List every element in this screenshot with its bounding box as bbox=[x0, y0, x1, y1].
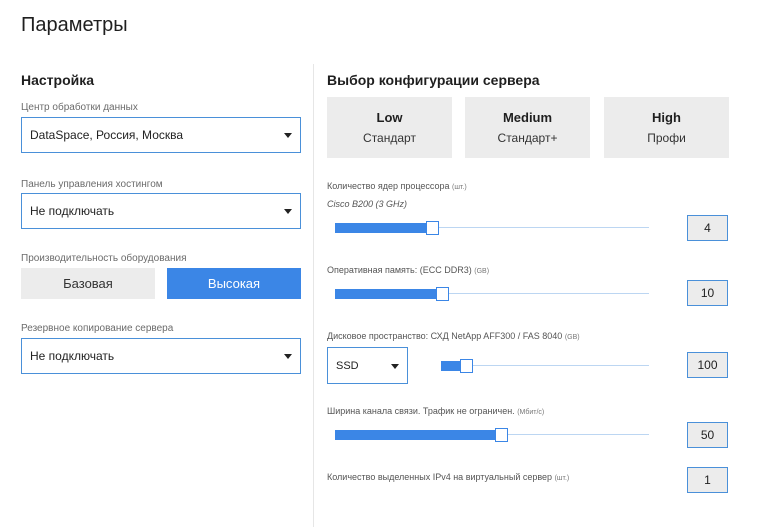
ipv4-label: Количество выделенных IPv4 на виртуальны… bbox=[327, 472, 570, 482]
datacenter-value: DataSpace, Россия, Москва bbox=[30, 128, 184, 142]
ram-slider[interactable] bbox=[335, 287, 649, 301]
config-card-medium[interactable]: Medium Стандарт+ bbox=[465, 97, 590, 158]
bandwidth-value[interactable]: 50 bbox=[687, 422, 728, 448]
performance-basic-button[interactable]: Базовая bbox=[21, 268, 155, 299]
cpu-slider[interactable] bbox=[335, 221, 649, 235]
panel-select[interactable]: Не подключать bbox=[21, 193, 301, 229]
cpu-value[interactable]: 4 bbox=[687, 215, 728, 241]
performance-label: Производительность оборудования bbox=[21, 253, 187, 264]
config-sub: Профи bbox=[647, 131, 686, 145]
bandwidth-label: Ширина канала связи. Трафик не ограничен… bbox=[327, 406, 545, 416]
disk-slider[interactable] bbox=[441, 359, 649, 373]
performance-high-button[interactable]: Высокая bbox=[167, 268, 301, 299]
backup-label: Резервное копирование сервера bbox=[21, 323, 174, 334]
cpu-model: Cisco B200 (3 GHz) bbox=[327, 199, 408, 209]
ram-value[interactable]: 10 bbox=[687, 280, 728, 306]
disk-label: Дисковое пространство: СХД NetApp AFF300… bbox=[327, 331, 580, 341]
bandwidth-slider[interactable] bbox=[335, 428, 649, 442]
config-panel: Выбор конфигурации сервера Low Стандарт … bbox=[327, 72, 747, 493]
panel-label: Панель управления хостингом bbox=[21, 179, 163, 190]
config-title: Выбор конфигурации сервера bbox=[327, 72, 540, 88]
disk-value[interactable]: 100 bbox=[687, 352, 728, 378]
slider-fill bbox=[335, 289, 442, 299]
datacenter-select[interactable]: DataSpace, Россия, Москва bbox=[21, 117, 301, 153]
panel-value: Не подключать bbox=[30, 204, 115, 218]
chevron-down-icon bbox=[284, 133, 292, 138]
column-divider bbox=[313, 64, 314, 527]
slider-thumb[interactable] bbox=[495, 428, 508, 442]
chevron-down-icon bbox=[391, 363, 399, 369]
page-title: Параметры bbox=[21, 14, 128, 36]
chevron-down-icon bbox=[284, 354, 292, 359]
config-card-low[interactable]: Low Стандарт bbox=[327, 97, 452, 158]
slider-fill bbox=[335, 223, 432, 233]
backup-select[interactable]: Не подключать bbox=[21, 338, 301, 374]
ram-label: Оперативная память: (ECC DDR3) (GB) bbox=[327, 265, 490, 275]
slider-fill bbox=[335, 430, 501, 440]
disk-type-select[interactable]: SSD bbox=[327, 347, 408, 384]
datacenter-label: Центр обработки данных bbox=[21, 102, 138, 113]
config-name: Medium bbox=[502, 110, 553, 125]
config-card-high[interactable]: High Профи bbox=[604, 97, 729, 158]
backup-value: Не подключать bbox=[30, 349, 115, 363]
slider-thumb[interactable] bbox=[426, 221, 439, 235]
config-sub: Стандарт bbox=[363, 131, 416, 145]
ipv4-value[interactable]: 1 bbox=[687, 467, 728, 493]
disk-type-value: SSD bbox=[336, 359, 359, 372]
config-name: Low bbox=[376, 110, 403, 125]
settings-title: Настройка bbox=[21, 72, 95, 88]
slider-thumb[interactable] bbox=[436, 287, 449, 301]
cpu-label: Количество ядер процессора (шт.) bbox=[327, 181, 467, 191]
settings-panel: Настройка Центр обработки данных DataSpa… bbox=[21, 72, 301, 374]
chevron-down-icon bbox=[284, 209, 292, 214]
config-name: High bbox=[652, 110, 681, 125]
slider-thumb[interactable] bbox=[460, 359, 473, 373]
config-sub: Стандарт+ bbox=[497, 131, 558, 145]
